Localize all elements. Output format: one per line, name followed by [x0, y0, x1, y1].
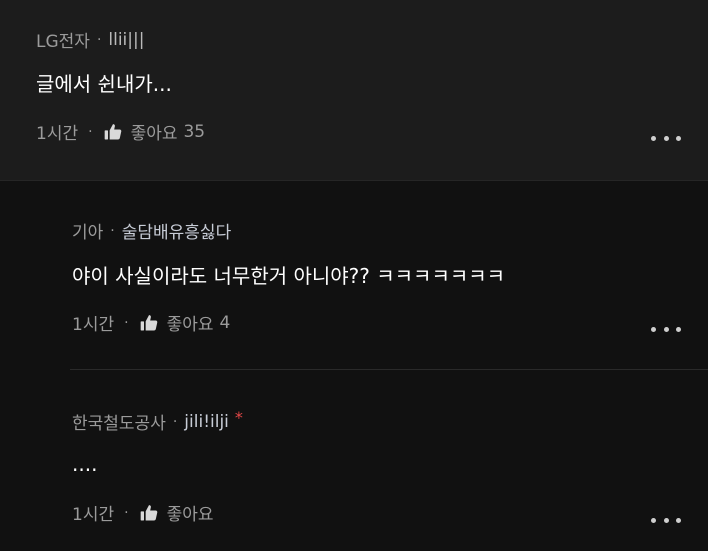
more-horizontal-icon — [651, 135, 656, 141]
thumbs-up-icon — [140, 314, 157, 330]
separator-dot: · — [110, 222, 115, 239]
like-label: 좋아요 — [166, 315, 214, 335]
like-count: 35 — [183, 121, 206, 142]
separator-dot: · — [124, 504, 129, 521]
comment-screen: LG전자 · llii||| 글에서 쉰내가... 1시간 · 좋아요 35 기… — [0, 0, 708, 551]
separator-dot: · — [172, 413, 178, 430]
reply-actions: 1시간 · 좋아요 — [72, 500, 214, 526]
reply-meta: 기아 · 술담배유흥싫다 — [72, 218, 231, 244]
more-options-button[interactable] — [651, 322, 681, 336]
like-button[interactable]: 좋아요 4 — [139, 310, 231, 335]
like-button[interactable]: 좋아요 — [139, 500, 214, 525]
nickname[interactable]: jili!ilji — [184, 412, 229, 432]
author-badge: * — [234, 408, 243, 427]
separator-dot: · — [96, 31, 102, 48]
separator-dot: · — [88, 123, 93, 140]
thumbs-up-icon — [104, 123, 121, 139]
company-name[interactable]: 한국철도공사 — [72, 409, 166, 434]
more-horizontal-icon — [651, 517, 656, 523]
company-name[interactable]: 기아 — [72, 218, 103, 243]
comment-actions: 1시간 · 좋아요 35 — [36, 119, 206, 145]
company-name[interactable]: LG전자 — [36, 27, 90, 52]
more-horizontal-icon — [651, 326, 656, 332]
reply-meta: 한국철도공사 · jili!ilji * — [72, 408, 243, 434]
like-label: 좋아요 — [130, 124, 178, 144]
divider — [70, 369, 708, 370]
divider — [0, 180, 708, 181]
more-options-button[interactable] — [651, 131, 681, 145]
separator-dot: · — [124, 314, 129, 331]
comment-meta: LG전자 · llii||| — [36, 27, 144, 53]
like-label: 좋아요 — [166, 505, 214, 525]
reply-text: .... — [72, 452, 98, 476]
more-options-button[interactable] — [651, 513, 681, 527]
comment-time: 1시간 — [36, 124, 79, 144]
thumbs-up-icon — [140, 504, 157, 520]
like-count: 4 — [219, 312, 231, 333]
reply-time: 1시간 — [72, 505, 115, 525]
nickname[interactable]: 술담배유흥싫다 — [122, 218, 231, 243]
like-button[interactable]: 좋아요 35 — [103, 119, 206, 144]
reply-actions: 1시간 · 좋아요 4 — [72, 310, 231, 336]
reply-text: 야이 사실이라도 너무한거 아니야?? ㅋㅋㅋㅋㅋㅋㅋ — [72, 264, 506, 288]
reply-time: 1시간 — [72, 315, 115, 335]
nickname[interactable]: llii||| — [108, 30, 144, 50]
comment-text: 글에서 쉰내가... — [36, 72, 172, 96]
